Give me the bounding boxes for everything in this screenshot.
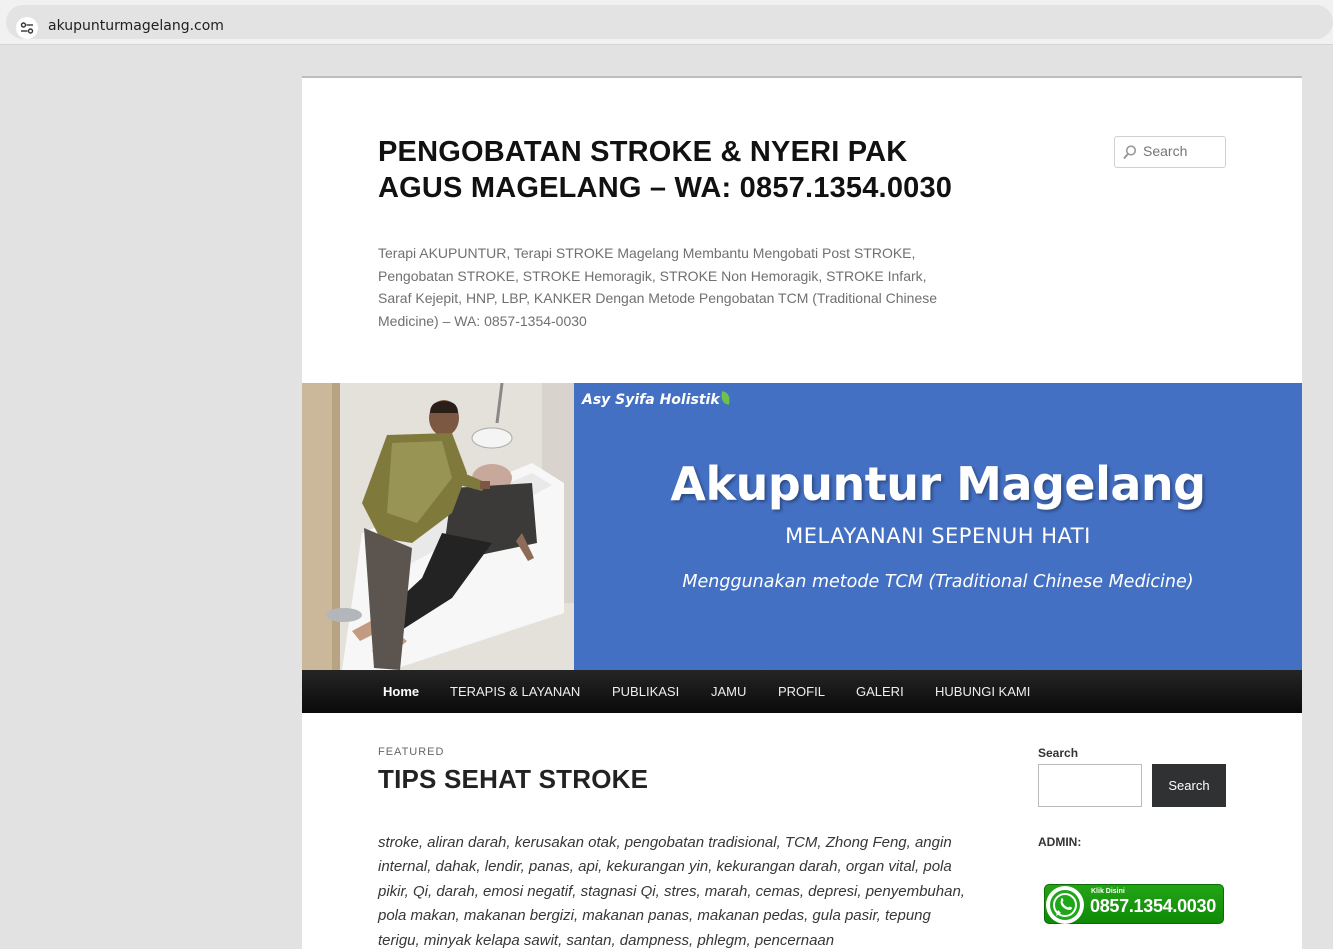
sidebar-search-button[interactable]: Search	[1152, 764, 1226, 807]
banner-photo	[302, 383, 574, 670]
whatsapp-number: 0857.1354.0030	[1090, 896, 1216, 916]
nav-item-home[interactable]: Home	[383, 684, 419, 699]
nav-item-jamu[interactable]: JAMU	[711, 684, 746, 699]
address-bar[interactable]: akupunturmagelang.com	[6, 5, 1333, 39]
header-search-input[interactable]	[1143, 143, 1223, 159]
header-banner[interactable]: Asy Syifa Holistik Akupuntur Magelang ME…	[302, 383, 1302, 670]
whatsapp-icon	[1046, 886, 1084, 924]
whatsapp-contact-button[interactable]: Klik Disini 0857.1354.0030	[1044, 884, 1224, 924]
leaf-icon	[719, 391, 731, 405]
post-title[interactable]: TIPS SEHAT STROKE	[378, 764, 648, 795]
admin-label: ADMIN:	[1038, 835, 1082, 849]
nav-item-publikasi[interactable]: PUBLIKASI	[612, 684, 679, 699]
site-title[interactable]: PENGOBATAN STROKE & NYERI PAK AGUS MAGEL…	[378, 134, 958, 206]
browser-toolbar: akupunturmagelang.com	[0, 0, 1333, 45]
search-icon	[1123, 145, 1137, 160]
sidebar-search-label: Search	[1038, 746, 1079, 760]
sidebar-search-input[interactable]	[1038, 764, 1142, 807]
page-container: PENGOBATAN STROKE & NYERI PAK AGUS MAGEL…	[302, 76, 1302, 949]
featured-label: FEATURED	[378, 746, 445, 758]
site-description: Terapi AKUPUNTUR, Terapi STROKE Magelang…	[378, 245, 938, 330]
banner-method: Menggunakan metode TCM (Traditional Chin…	[682, 572, 1194, 592]
site-info-icon[interactable]	[16, 17, 38, 39]
banner-subtitle: MELAYANANI SEPENUH HATI	[785, 524, 1091, 548]
nav-item-terapis-layanan[interactable]: TERAPIS & LAYANAN	[450, 684, 580, 699]
banner-brand: Asy Syifa Holistik	[582, 391, 731, 408]
nav-item-galeri[interactable]: GALERI	[856, 684, 904, 699]
nav-item-profil[interactable]: PROFIL	[778, 684, 825, 699]
post-excerpt: stroke, aliran darah, kerusakan otak, pe…	[378, 834, 965, 949]
nav-item-hubungi-kami[interactable]: HUBUNGI KAMI	[935, 684, 1030, 699]
banner-brand-text: Asy Syifa Holistik	[582, 392, 720, 408]
url-text[interactable]: akupunturmagelang.com	[48, 18, 224, 34]
whatsapp-klik-text: Klik Disini	[1091, 888, 1125, 895]
header-search[interactable]	[1114, 136, 1226, 168]
banner-title: Akupuntur Magelang	[670, 457, 1206, 511]
main-nav: Home TERAPIS & LAYANAN PUBLIKASI JAMU PR…	[302, 670, 1302, 713]
